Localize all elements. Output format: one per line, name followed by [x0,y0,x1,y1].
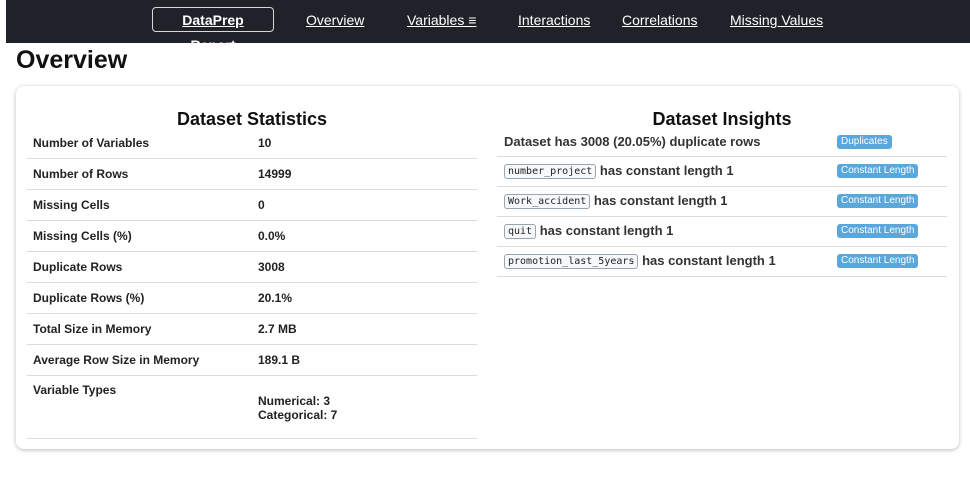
overview-card: Dataset Statistics Number of Variables 1… [16,86,959,449]
insight-text-wrap: Work_accident has constant length 1 [504,193,728,209]
insight-text: has constant length 1 [599,163,734,178]
stat-value: 2.7 MB [258,322,297,336]
column-name-code: promotion_last_5years [504,254,639,269]
stat-label: Duplicate Rows (%) [33,291,145,305]
stats-title: Dataset Statistics [176,109,328,129]
insight-row: Work_accident has constant length 1 Cons… [497,187,947,217]
stat-row: Missing Cells 0 [27,190,477,221]
stat-row: Total Size in Memory 2.7 MB [27,314,477,345]
stat-value: 189.1 B [258,353,301,367]
brand-link[interactable]: DataPrep Report [152,7,274,53]
stat-label: Number of Variables [33,136,150,150]
stat-label: Total Size in Memory [33,322,152,336]
insight-text: has constant length 1 [642,253,776,268]
stat-row-variable-types: Variable Types Numerical: 3 Categorical:… [27,376,477,439]
stat-label: Average Row Size in Memory [33,353,200,367]
stat-value: 0.0% [258,229,286,243]
stat-row: Missing Cells (%) 0.0% [27,221,477,252]
insight-badge: Constant Length [837,194,919,208]
nav-link-correlations[interactable]: Correlations [622,12,697,29]
stat-value: 14999 [258,167,292,181]
nav-link-overview[interactable]: Overview [306,12,364,29]
insight-badge: Constant Length [837,254,919,268]
stat-label: Variable Types [33,383,117,397]
stat-label: Missing Cells [33,198,110,212]
insights-table: Dataset has 3008 (20.05%) duplicate rows… [497,128,947,277]
insight-text: has constant length 1 [593,193,728,208]
page-title: Overview [16,46,128,74]
insight-text-wrap: promotion_last_5years has constant lengt… [504,253,776,269]
categorical-count: Categorical: 7 [258,408,338,422]
nav-link-missing-values[interactable]: Missing Values [730,12,823,29]
insight-row: Dataset has 3008 (20.05%) duplicate rows… [497,128,947,157]
column-name-code: number_project [504,164,597,179]
insight-row: quit has constant length 1 Constant Leng… [497,217,947,247]
insights-title: Dataset Insights [652,109,792,129]
column-name-code: Work_accident [504,194,591,209]
insight-badge: Constant Length [837,164,919,178]
stat-label: Missing Cells (%) [33,229,132,243]
insight-text-wrap: quit has constant length 1 [504,223,673,239]
insight-badge: Duplicates [837,135,892,149]
insight-text: Dataset has 3008 (20.05%) duplicate rows [504,134,761,149]
insight-row: promotion_last_5years has constant lengt… [497,247,947,277]
stats-table: Number of Variables 10 Number of Rows 14… [27,128,477,439]
stat-value: 3008 [258,260,285,274]
top-navbar: DataPrep Report Overview Variables ≡ Int… [6,0,970,53]
column-name-code: quit [504,224,537,239]
insight-text-wrap: number_project has constant length 1 [504,163,734,179]
stat-label: Number of Rows [33,167,129,181]
insight-row: number_project has constant length 1 Con… [497,157,947,187]
insight-text: has constant length 1 [539,223,674,238]
stat-value: 0 [258,198,265,212]
stat-row: Number of Variables 10 [27,128,477,159]
stat-row: Duplicate Rows (%) 20.1% [27,283,477,314]
stat-row: Duplicate Rows 3008 [27,252,477,283]
nav-link-variables[interactable]: Variables ≡ [407,12,476,29]
stat-value: 20.1% [258,291,293,305]
stat-row: Average Row Size in Memory 189.1 B [27,345,477,376]
nav-link-interactions[interactable]: Interactions [518,12,590,29]
numerical-count: Numerical: 3 [258,394,331,408]
variable-types-values: Numerical: 3 Categorical: 7 [258,394,337,422]
insight-badge: Constant Length [837,224,919,238]
stat-label: Duplicate Rows [33,260,123,274]
stat-value: 10 [258,136,272,150]
stat-row: Number of Rows 14999 [27,159,477,190]
